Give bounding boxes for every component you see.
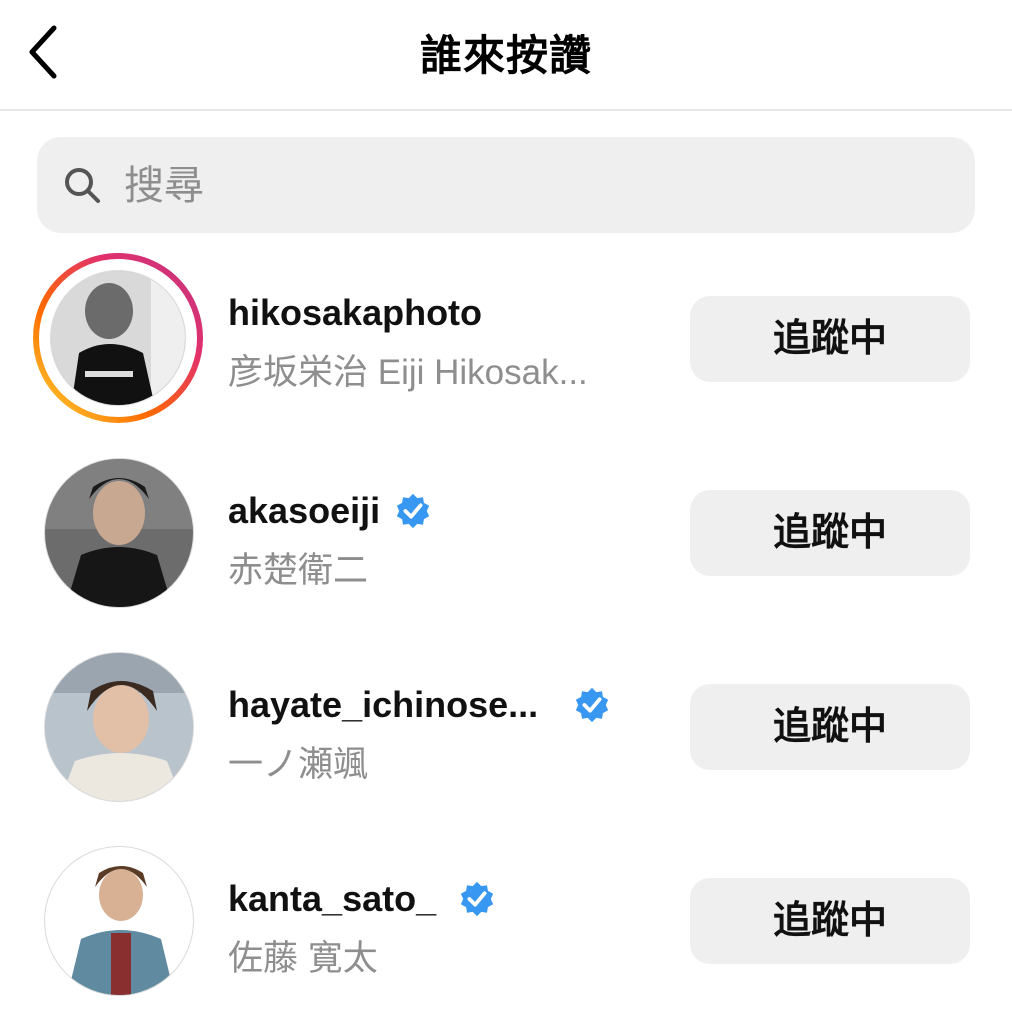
verified-badge-icon <box>575 687 609 723</box>
full-name: 彦坂栄治 Eiji Hikosak... <box>228 353 588 392</box>
following-button[interactable]: 追蹤中 <box>690 684 970 770</box>
list-item[interactable]: hikosakaphoto 彦坂栄治 Eiji Hikosak... 追蹤中 <box>0 252 1012 446</box>
full-name: 一ノ瀬颯 <box>228 745 369 784</box>
search-input[interactable] <box>124 160 944 212</box>
avatar-photo <box>45 847 193 995</box>
following-button[interactable]: 追蹤中 <box>690 490 970 576</box>
username[interactable]: akasoeiji <box>228 490 380 532</box>
username[interactable]: hayate_ichinose... <box>228 684 538 726</box>
verified-badge-icon <box>460 881 494 917</box>
list-item[interactable]: akasoeiji 赤楚衛二 追蹤中 <box>0 446 1012 640</box>
page-title: 誰來按讚 <box>419 32 592 79</box>
avatar-photo <box>45 459 193 607</box>
avatar[interactable] <box>44 846 194 996</box>
avatar[interactable] <box>44 458 194 608</box>
full-name: 佐藤 寛太 <box>228 939 378 978</box>
list-item[interactable]: hayate_ichinose... 一ノ瀬颯 追蹤中 <box>0 640 1012 834</box>
following-button[interactable]: 追蹤中 <box>690 296 970 382</box>
username[interactable]: hikosakaphoto <box>228 292 482 334</box>
verified-badge-icon <box>396 493 430 529</box>
following-button[interactable]: 追蹤中 <box>690 878 970 964</box>
list-item[interactable]: kanta_sato_ 佐藤 寛太 追蹤中 <box>0 834 1012 1028</box>
avatar-photo <box>45 653 193 801</box>
avatar[interactable] <box>50 270 186 406</box>
username[interactable]: kanta_sato_ <box>228 878 436 920</box>
avatar-photo <box>51 271 185 405</box>
avatar[interactable] <box>44 652 194 802</box>
full-name: 赤楚衛二 <box>228 551 369 590</box>
search-icon <box>65 168 100 203</box>
header-bar: 誰來按讚 <box>0 0 1012 111</box>
